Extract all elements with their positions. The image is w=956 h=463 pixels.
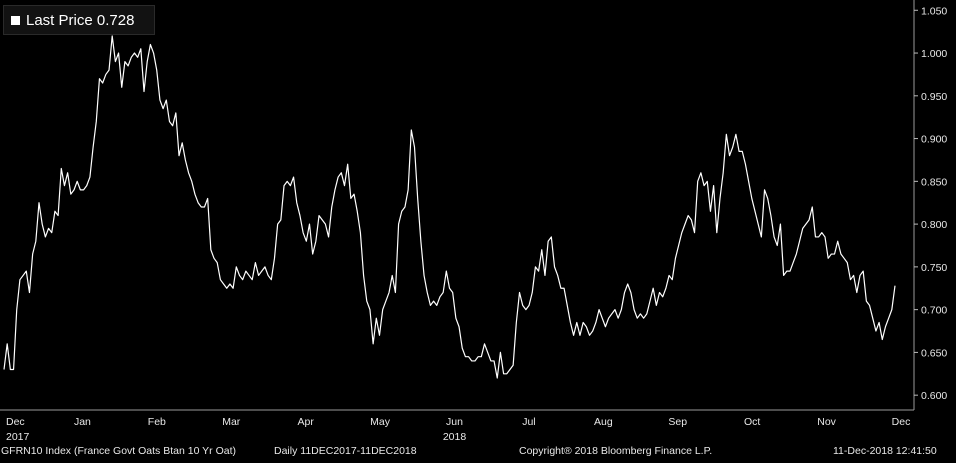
y-tick-label: 0.800 — [921, 219, 947, 231]
legend-value: 0.728 — [96, 11, 135, 29]
y-tick-label: 0.950 — [921, 91, 947, 103]
y-tick-label: 1.000 — [921, 48, 947, 60]
y-axis: 0.600 0.650 0.700 0.750 0.800 0.850 0.900 0.950… — [913, 0, 947, 410]
chart-window: 0.600 0.650 0.700 0.750 0.800 0.850 0.900 0.950… — [0, 0, 956, 463]
footer: GFRN10 Index (France Govt Oats Btan 10 Y… — [0, 444, 956, 463]
y-tick-label: 0.650 — [921, 347, 947, 359]
x-axis: Dec 2017 Jan Feb Mar Apr May Jun 2018 Jul Aug Sep Oc… — [0, 409, 914, 443]
x-tick-label: Jun — [446, 416, 463, 428]
legend: Last Price 0.728 — [3, 5, 155, 35]
y-tick-label: 0.850 — [921, 176, 947, 188]
x-tick-label: Nov — [817, 416, 836, 428]
x-tick-label: Dec — [892, 416, 911, 428]
y-tick-label: 0.900 — [921, 134, 947, 146]
y-tick-label: 0.600 — [921, 390, 947, 402]
y-tick-label: 1.050 — [921, 5, 947, 17]
x-tick-label: Oct — [744, 416, 760, 428]
x-tick-year-label: 2017 — [6, 431, 30, 443]
footer-security: GFRN10 Index (France Govt Oats Btan 10 Y… — [1, 445, 236, 457]
footer-range: Daily 11DEC2017-11DEC2018 — [274, 445, 417, 457]
footer-timestamp: 11-Dec-2018 12:41:50 — [833, 445, 937, 457]
x-tick-label: May — [370, 416, 391, 428]
y-tick-label: 0.700 — [921, 305, 947, 317]
series-line-last-price — [3, 35, 896, 379]
x-tick-label: Jul — [522, 416, 535, 428]
x-tick-year-label: 2018 — [443, 431, 467, 443]
footer-copyright: Copyright® 2018 Bloomberg Finance L.P. — [519, 445, 713, 457]
legend-label: Last Price 0.728 — [26, 11, 135, 29]
x-tick-label: Sep — [668, 416, 687, 428]
price-chart: 0.600 0.650 0.700 0.750 0.800 0.850 0.900 0.950… — [0, 0, 947, 443]
x-tick-label: Jan — [74, 416, 91, 428]
x-tick-label: Apr — [297, 416, 314, 428]
x-tick-label: Feb — [148, 416, 166, 428]
x-tick-label: Dec — [6, 416, 25, 428]
y-tick-label: 0.750 — [921, 262, 947, 274]
legend-swatch — [11, 15, 20, 25]
x-tick-label: Mar — [222, 416, 241, 428]
x-tick-label: Aug — [594, 416, 613, 428]
